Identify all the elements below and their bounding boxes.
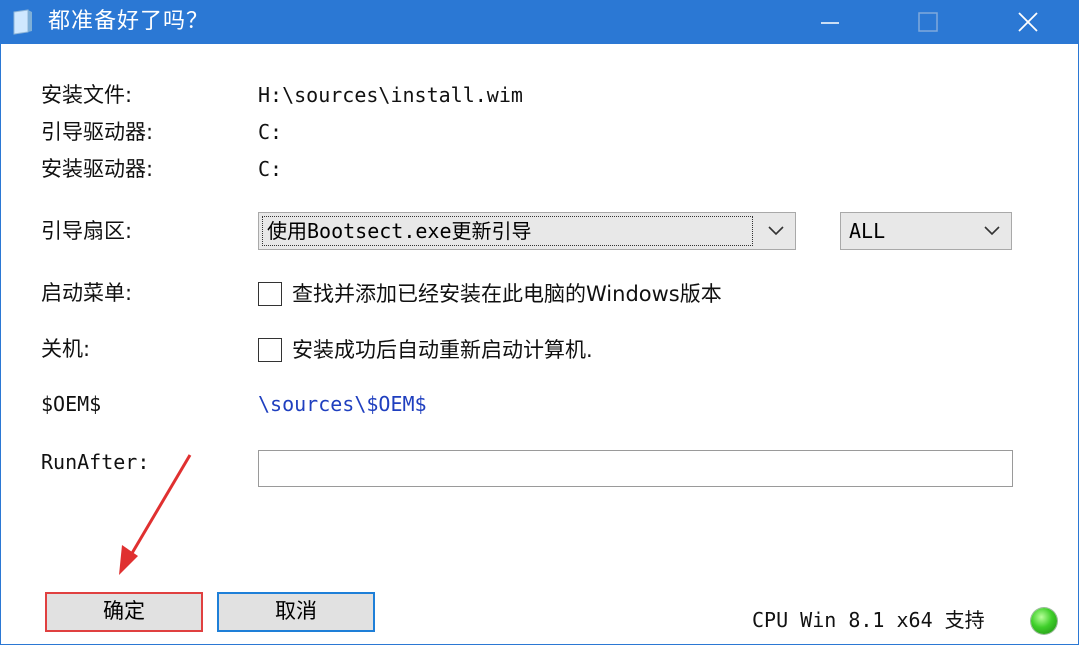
install-drive-value: C:	[258, 157, 283, 181]
cpu-support-status: CPU Win 8.1 x64 支持	[752, 608, 985, 632]
app-icon	[12, 9, 34, 39]
boot-sector-label: 引导扇区:	[41, 219, 133, 243]
boot-sector-select[interactable]: 使用Bootsect.exe更新引导	[258, 212, 796, 250]
status-led-icon	[1031, 608, 1057, 634]
boot-drive-value: C:	[258, 120, 283, 144]
boot-sector-scope-value: ALL	[849, 219, 886, 243]
close-icon	[1018, 12, 1038, 32]
install-drive-label: 安装驱动器:	[41, 157, 154, 181]
shutdown-label: 关机:	[41, 337, 91, 361]
boot-drive-label: 引导驱动器:	[41, 120, 154, 144]
cancel-button[interactable]: 取消	[217, 592, 375, 632]
maximize-button[interactable]	[883, 0, 973, 44]
install-file-label: 安装文件:	[41, 83, 133, 107]
chevron-down-icon	[984, 226, 1000, 236]
oem-label: $OEM$	[41, 392, 102, 416]
boot-menu-label: 启动菜单:	[41, 281, 133, 305]
title-bar[interactable]: 都准备好了吗？	[0, 0, 1079, 44]
oem-path-link[interactable]: \sources\$OEM$	[258, 390, 427, 418]
install-file-value: H:\sources\install.wim	[258, 83, 523, 107]
auto-restart-checkbox-label[interactable]: 安装成功后自动重新启动计算机.	[292, 335, 593, 365]
auto-restart-checkbox[interactable]	[258, 338, 282, 362]
boot-menu-checkbox[interactable]	[258, 282, 282, 306]
chevron-down-icon	[768, 226, 784, 236]
window-title: 都准备好了吗？	[48, 9, 210, 34]
ok-button[interactable]: 确定	[45, 592, 203, 632]
close-button[interactable]	[983, 0, 1073, 44]
boot-sector-scope-select[interactable]: ALL	[840, 212, 1012, 250]
runafter-label: RunAfter:	[41, 450, 150, 474]
boot-sector-selected-value: 使用Bootsect.exe更新引导	[267, 219, 532, 243]
minimize-icon	[821, 22, 839, 24]
runafter-input[interactable]	[258, 450, 1013, 487]
maximize-icon	[918, 12, 938, 32]
boot-menu-checkbox-label[interactable]: 查找并添加已经安装在此电脑的Windows版本	[292, 279, 722, 309]
minimize-button[interactable]	[785, 0, 875, 44]
